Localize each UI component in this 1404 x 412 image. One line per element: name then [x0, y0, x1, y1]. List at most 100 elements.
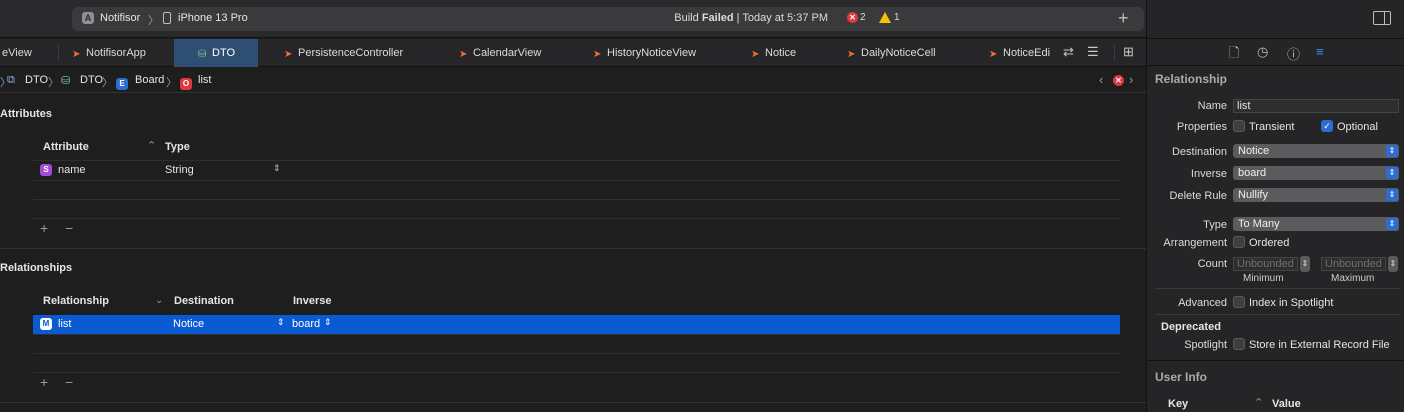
- sort-ascending-icon: ⌃: [1254, 397, 1264, 409]
- delete-rule-popup[interactable]: Nullify ⇕: [1233, 188, 1399, 202]
- relationship-destination[interactable]: Notice: [173, 318, 204, 330]
- breadcrumb-dto-model[interactable]: DTO: [80, 74, 103, 86]
- toggle-inspector-divider: [1384, 12, 1385, 24]
- arrangement-label: Arrangement: [1163, 237, 1227, 249]
- related-items-icon[interactable]: ⇄: [1063, 44, 1074, 60]
- sort-ascending-icon: ⌃: [147, 140, 157, 152]
- datamodel-icon: ⛁: [198, 49, 207, 60]
- relationship-row[interactable]: M list Notice ⇕ board ⇕: [33, 315, 1120, 334]
- history-inspector-icon[interactable]: ◷: [1257, 44, 1268, 60]
- swift-icon: ➤: [989, 49, 998, 60]
- relationship-inverse[interactable]: board: [292, 318, 320, 330]
- tab-noticeedit[interactable]: ➤ NoticeEdi: [989, 39, 1057, 67]
- tab-label: PersistenceController: [298, 47, 404, 59]
- scheme-selector[interactable]: Notifisor: [100, 12, 140, 24]
- tab-dto[interactable]: ⛁ DTO: [174, 39, 258, 67]
- swift-icon: ➤: [751, 49, 760, 60]
- minimum-stepper-icon[interactable]: ⇕: [1300, 256, 1310, 272]
- entity-badge: E: [116, 78, 128, 90]
- warning-icon[interactable]: [879, 12, 891, 23]
- error-icon[interactable]: ✕: [1113, 75, 1124, 86]
- warning-count[interactable]: 1: [894, 12, 900, 23]
- swift-icon: ➤: [284, 49, 293, 60]
- tab-eview[interactable]: eView: [0, 39, 58, 67]
- inverse-stepper-icon[interactable]: ⇕: [324, 317, 332, 328]
- value-column-header[interactable]: Value: [1272, 398, 1301, 410]
- type-label: Type: [1203, 219, 1227, 231]
- toggle-inspector-icon[interactable]: [1373, 11, 1391, 25]
- inverse-popup[interactable]: board ⇕: [1233, 166, 1399, 180]
- maximum-count-field[interactable]: Unbounded: [1321, 257, 1386, 271]
- maximum-stepper-icon[interactable]: ⇕: [1388, 256, 1398, 272]
- divider: [1147, 360, 1404, 361]
- iphone-icon: [163, 12, 171, 24]
- attribute-row[interactable]: S name String ⇕: [33, 161, 1120, 180]
- relationship-name[interactable]: list: [58, 318, 71, 330]
- file-inspector-icon[interactable]: 🗋: [1229, 44, 1239, 66]
- relationship-badge: O: [180, 78, 192, 90]
- attribute-column-header[interactable]: Attribute: [43, 141, 89, 153]
- inverse-column-header[interactable]: Inverse: [293, 295, 332, 307]
- destination-column-header[interactable]: Destination: [174, 295, 234, 307]
- chevron-right-icon: 〉: [166, 77, 177, 89]
- attribute-name[interactable]: name: [58, 164, 86, 176]
- ordered-checkbox[interactable]: [1233, 236, 1245, 248]
- build-status: Build Failed | Today at 5:37 PM: [674, 12, 828, 24]
- divider: [33, 353, 1120, 354]
- remove-attribute-button[interactable]: −: [65, 220, 73, 236]
- app-icon: A: [82, 12, 94, 24]
- maximum-label: Maximum: [1331, 273, 1375, 284]
- editor-options-icon[interactable]: ☰: [1087, 44, 1099, 60]
- entity-icon: E: [116, 75, 128, 90]
- popup-arrows-icon: ⇕: [1386, 218, 1398, 230]
- breadcrumb-list[interactable]: list: [198, 74, 211, 86]
- forward-icon[interactable]: ›: [1129, 72, 1133, 87]
- index-spotlight-checkbox[interactable]: [1233, 296, 1245, 308]
- breadcrumb-board[interactable]: Board: [135, 74, 164, 86]
- error-count[interactable]: 2: [860, 12, 866, 23]
- tab-label: CalendarView: [473, 47, 542, 59]
- delete-rule-value: Nullify: [1238, 189, 1268, 201]
- popup-arrows-icon: ⇕: [1386, 145, 1398, 157]
- type-popup[interactable]: To Many ⇕: [1233, 217, 1399, 231]
- attributes-inspector-icon[interactable]: ≡: [1316, 44, 1324, 59]
- tab-dailynoticecell[interactable]: ➤ DailyNoticeCell: [847, 39, 957, 67]
- folder-icon: ⧉: [7, 74, 15, 86]
- tab-label: NoticeEdi: [1003, 47, 1051, 59]
- destination-stepper-icon[interactable]: ⇕: [277, 317, 285, 328]
- destination-popup[interactable]: Notice ⇕: [1233, 144, 1399, 158]
- tab-persistencecontroller[interactable]: ➤ PersistenceController: [284, 39, 424, 67]
- divider: [1155, 288, 1399, 289]
- inverse-label: Inverse: [1190, 168, 1227, 180]
- add-relationship-button[interactable]: +: [40, 374, 48, 390]
- back-icon[interactable]: ‹: [1099, 72, 1103, 87]
- transient-checkbox[interactable]: [1233, 120, 1245, 132]
- swift-icon: ➤: [72, 49, 81, 60]
- tab-calendarview[interactable]: ➤ CalendarView: [459, 39, 559, 67]
- tab-historynoticeview[interactable]: ➤ HistoryNoticeView: [593, 39, 713, 67]
- tab-notice[interactable]: ➤ Notice: [751, 39, 811, 67]
- breadcrumb-dto-group[interactable]: DTO: [25, 74, 48, 86]
- external-record-checkbox[interactable]: [1233, 338, 1245, 350]
- tab-notifisorapp[interactable]: ➤ NotifisorApp: [72, 39, 172, 67]
- attribute-type[interactable]: String: [165, 164, 194, 176]
- relationships-title: Relationships: [0, 262, 73, 274]
- add-attribute-button[interactable]: +: [40, 220, 48, 236]
- minimum-count-field[interactable]: Unbounded: [1233, 257, 1298, 271]
- key-column-header[interactable]: Key: [1168, 398, 1188, 410]
- add-button[interactable]: +: [1118, 9, 1129, 27]
- popup-arrows-icon: ⇕: [1386, 167, 1398, 179]
- device-selector[interactable]: iPhone 13 Pro: [178, 12, 248, 24]
- sort-descending-icon: ⌄: [155, 295, 164, 306]
- tab-label: DTO: [212, 47, 236, 59]
- optional-checkbox[interactable]: ✓: [1321, 120, 1333, 132]
- type-stepper-icon[interactable]: ⇕: [273, 163, 281, 174]
- help-inspector-icon[interactable]: ⓘ: [1287, 44, 1300, 63]
- type-column-header[interactable]: Type: [165, 141, 190, 153]
- error-icon[interactable]: ✕: [847, 12, 858, 23]
- relationship-column-header[interactable]: Relationship: [43, 295, 109, 307]
- remove-relationship-button[interactable]: −: [65, 374, 73, 390]
- index-spotlight-label: Index in Spotlight: [1249, 297, 1334, 309]
- add-editor-icon[interactable]: ⊞: [1123, 44, 1134, 60]
- name-field[interactable]: list: [1233, 99, 1399, 113]
